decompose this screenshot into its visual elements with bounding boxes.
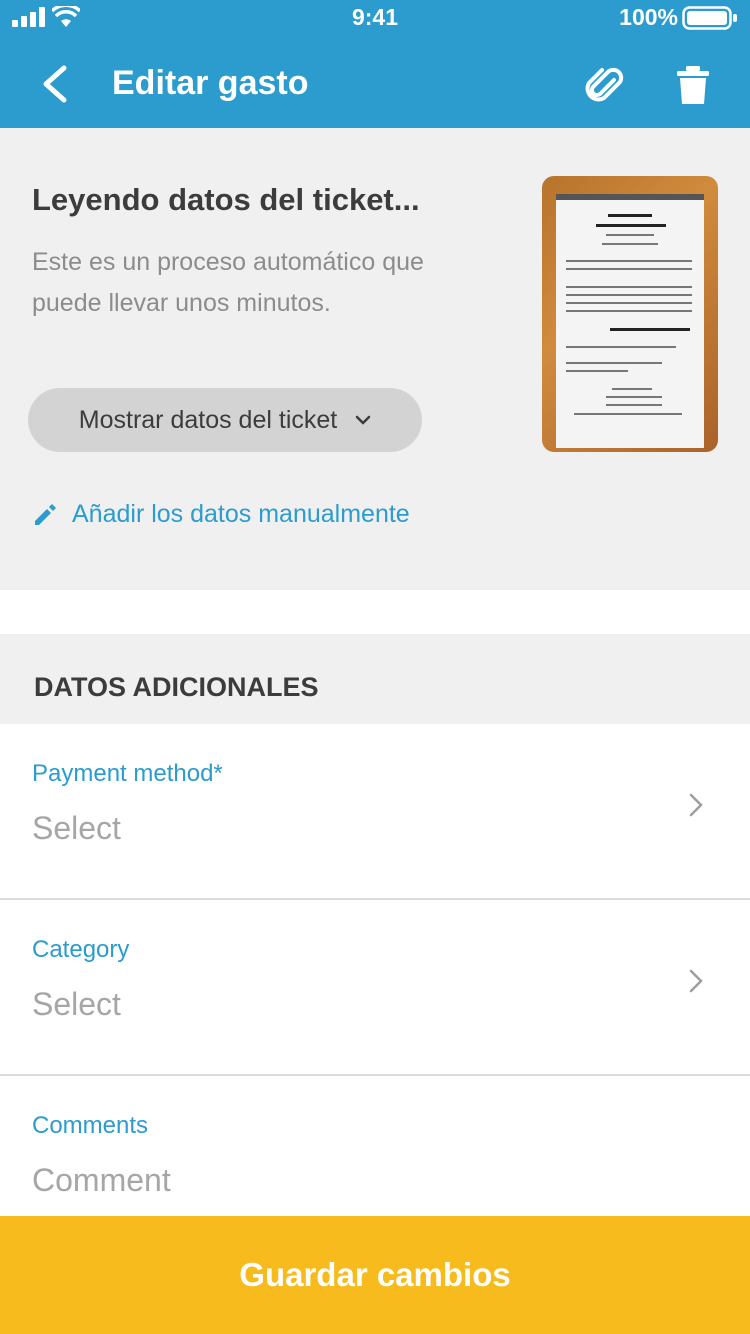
attach-icon[interactable] — [584, 64, 626, 106]
pencil-icon — [35, 503, 56, 525]
category-value: Select — [32, 986, 121, 1022]
page-title: Editar gasto — [112, 64, 309, 102]
receipt-thumbnail[interactable] — [542, 176, 718, 452]
comments-label: Comments — [32, 1112, 149, 1139]
battery-icon — [682, 6, 737, 30]
category-label: Category — [32, 936, 130, 963]
section-spacer — [0, 590, 750, 634]
show-ticket-data-button[interactable]: Mostrar datos del ticket — [28, 388, 422, 452]
section-header: DATOS ADICIONALES — [0, 634, 750, 724]
status-bar: 9:41 100% — [0, 0, 750, 34]
payment-method-field[interactable]: Payment method* Select — [0, 724, 750, 900]
top-bar: 9:41 100% Editar gasto — [0, 0, 750, 128]
ticket-panel: Leyendo datos del ticket... Este es un p… — [0, 128, 750, 590]
add-manually-label: Añadir los datos manualmente — [72, 500, 410, 528]
comments-input[interactable]: Comment — [32, 1162, 171, 1199]
save-changes-label: Guardar cambios — [239, 1256, 511, 1293]
save-changes-button[interactable]: Guardar cambios — [0, 1216, 750, 1334]
battery-percent: 100% — [619, 4, 678, 30]
reading-title: Leyendo datos del ticket... — [32, 182, 420, 217]
payment-method-value: Select — [32, 810, 121, 846]
reading-description: Este es un proceso automático que puede … — [32, 248, 424, 317]
add-manually-link[interactable]: Añadir los datos manualmente — [32, 500, 410, 529]
chevron-right-icon — [689, 969, 703, 993]
show-ticket-data-label: Mostrar datos del ticket — [78, 405, 338, 434]
section-title: DATOS ADICIONALES — [34, 672, 319, 702]
chevron-right-icon — [689, 793, 703, 817]
category-field[interactable]: Category Select — [0, 900, 750, 1076]
trash-icon[interactable] — [674, 64, 712, 106]
additional-form: Payment method* Select Category Select C… — [0, 724, 750, 1216]
receipt-paper — [556, 194, 704, 448]
back-icon[interactable] — [36, 62, 76, 106]
chevron-down-icon — [355, 415, 371, 425]
payment-method-label: Payment method* — [32, 760, 223, 787]
